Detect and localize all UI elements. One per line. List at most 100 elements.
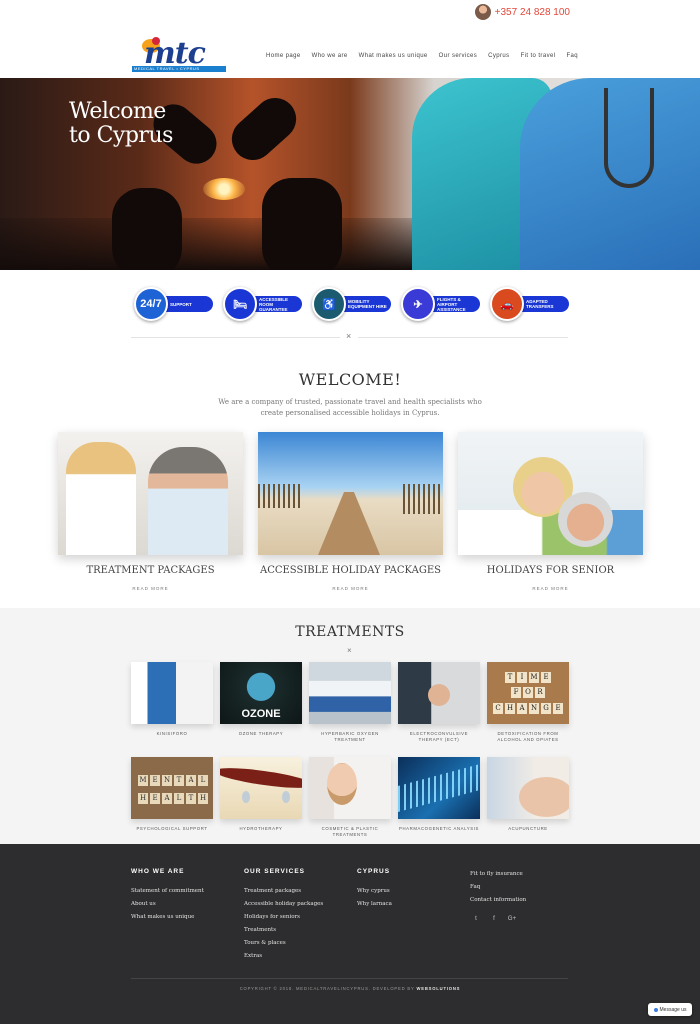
package-image-seniors[interactable]: [458, 432, 643, 555]
footer-link[interactable]: Accessible holiday packages: [244, 901, 323, 907]
social-links: t f G+: [470, 913, 518, 925]
letter-tile: A: [162, 793, 172, 804]
mental-health-tiles: MENTAL HEALTH: [137, 769, 209, 805]
treatment-card[interactable]: OZONE OZONE THERAPY: [220, 662, 302, 751]
footer-link[interactable]: Fit to fly insurance: [470, 871, 526, 877]
treatment-caption[interactable]: OZONE THERAPY: [220, 731, 302, 751]
package-card[interactable]: HOLIDAYS FOR SENIOR READ MORE: [458, 432, 643, 591]
message-us-label[interactable]: Message us: [660, 1007, 687, 1013]
phone-number[interactable]: +357 24 828 100: [495, 7, 570, 18]
letter-tile: N: [162, 775, 172, 786]
footer-link[interactable]: Statement of commitment: [131, 888, 204, 894]
message-us-button[interactable]: Message us: [648, 1003, 692, 1016]
nav-services[interactable]: Our services: [439, 53, 477, 59]
package-title[interactable]: ACCESSIBLE HOLIDAY PACKAGES: [258, 565, 443, 576]
treatment-card[interactable]: PHARMACOGENETIC ANALYSIS: [398, 757, 480, 846]
hero-banner: Welcome to Cyprus: [0, 78, 700, 270]
hero-title-line2: to Cyprus: [69, 123, 173, 148]
letter-tile: C: [493, 702, 503, 714]
package-title[interactable]: HOLIDAYS FOR SENIOR: [458, 565, 643, 576]
treatment-image-ozone[interactable]: OZONE: [220, 662, 302, 724]
google-plus-icon[interactable]: G+: [506, 913, 518, 925]
treatment-caption[interactable]: COSMETIC & PLASTIC TREATMENTS: [309, 826, 391, 846]
footer-link[interactable]: About us: [131, 901, 204, 907]
agent-avatar: [474, 4, 491, 20]
read-more-link[interactable]: READ MORE: [458, 586, 643, 591]
nav-faq[interactable]: Faq: [566, 53, 578, 59]
treatment-caption[interactable]: HYPERBARIC OXYGEN TREATMENT: [309, 731, 391, 751]
treatments-grid: KINISIFORO OZONE OZONE THERAPY HYPERBARI…: [131, 662, 569, 846]
package-card[interactable]: TREATMENT PACKAGES READ MORE: [58, 432, 243, 591]
nav-home[interactable]: Home page: [266, 53, 301, 59]
package-image-treatment[interactable]: [58, 432, 243, 555]
letter-tile: T: [186, 793, 196, 804]
badge-label: SUPPORT: [170, 301, 192, 307]
footer-link[interactable]: Faq: [470, 884, 526, 890]
footer-link[interactable]: Extras: [244, 953, 323, 959]
letter-tile: F: [511, 687, 521, 699]
treatment-card[interactable]: HYPERBARIC OXYGEN TREATMENT: [309, 662, 391, 751]
nav-fit-to-travel[interactable]: Fit to travel: [521, 53, 556, 59]
treatment-caption[interactable]: PHARMACOGENETIC ANALYSIS: [398, 826, 480, 846]
footer-link[interactable]: Why cyprus: [357, 888, 392, 894]
treatment-image-kinisiforo[interactable]: [131, 662, 213, 724]
package-card[interactable]: ACCESSIBLE HOLIDAY PACKAGES READ MORE: [258, 432, 443, 591]
site-logo[interactable]: mtc MEDICAL TRAVEL • CYPRUS: [132, 34, 236, 78]
treatment-image-detox[interactable]: TIME FOR CHANGE: [487, 662, 569, 724]
treatment-caption[interactable]: DETOXIFICATION FROM ALCOHOL AND OPIATES: [487, 731, 569, 751]
footer-col-services: OUR SERVICES Treatment packages Accessib…: [244, 868, 323, 966]
treatment-image-psychological[interactable]: MENTAL HEALTH: [131, 757, 213, 819]
footer-link[interactable]: What makes us unique: [131, 914, 204, 920]
treatment-caption[interactable]: ELECTROCONVULSIVE THERAPY (ECT): [398, 731, 480, 751]
package-title[interactable]: TREATMENT PACKAGES: [58, 565, 243, 576]
footer-link[interactable]: Treatments: [244, 927, 323, 933]
treatment-image-ect[interactable]: [398, 662, 480, 724]
treatment-card[interactable]: ACUPUNCTURE: [487, 757, 569, 846]
treatment-card[interactable]: HYDROTHERAPY: [220, 757, 302, 846]
treatment-caption[interactable]: PSYCHOLOGICAL SUPPORT: [131, 826, 213, 846]
footer-heading: OUR SERVICES: [244, 868, 306, 875]
tile-row: TIME: [505, 672, 551, 684]
treatment-card[interactable]: TIME FOR CHANGE DETOXIFICATION FROM ALCO…: [487, 662, 569, 751]
footer-link[interactable]: Tours & places: [244, 940, 323, 946]
treatment-card[interactable]: MENTAL HEALTH PSYCHOLOGICAL SUPPORT: [131, 757, 213, 846]
hero-sunset: [203, 178, 245, 200]
treatment-image-hydrotherapy[interactable]: [220, 757, 302, 819]
footer-col-info: Fit to fly insurance Faq Contact informa…: [470, 871, 526, 910]
treatment-image-hyperbaric[interactable]: [309, 662, 391, 724]
divider: [358, 337, 568, 338]
treatment-caption[interactable]: HYDROTHERAPY: [220, 826, 302, 846]
treatment-caption[interactable]: KINISIFORO: [131, 731, 213, 751]
treatment-card[interactable]: KINISIFORO: [131, 662, 213, 751]
phone-contact[interactable]: +357 24 828 100: [474, 4, 570, 20]
nav-cyprus[interactable]: Cyprus: [488, 53, 509, 59]
bed-icon: 🛏: [223, 287, 257, 321]
footer-link[interactable]: Holidays for seniors: [244, 914, 323, 920]
hero-arm-left: [112, 188, 182, 270]
welcome-text: We are a company of trusted, passionate …: [218, 398, 482, 417]
twitter-icon[interactable]: t: [470, 913, 482, 925]
treatment-card[interactable]: COSMETIC & PLASTIC TREATMENTS: [309, 757, 391, 846]
footer-heading: WHO WE ARE: [131, 868, 185, 875]
treatment-image-cosmetic[interactable]: [309, 757, 391, 819]
facebook-icon[interactable]: f: [488, 913, 500, 925]
treatment-caption[interactable]: ACUPUNCTURE: [487, 826, 569, 846]
hero-title-line1: Welcome: [69, 99, 166, 124]
footer-link[interactable]: Contact information: [470, 897, 526, 903]
developer-link[interactable]: WEBSOLUTIONS: [416, 986, 460, 991]
footer-link[interactable]: Why larnaca: [357, 901, 392, 907]
read-more-link[interactable]: READ MORE: [258, 586, 443, 591]
treatment-image-pharmacogenetic[interactable]: [398, 757, 480, 819]
treatment-card[interactable]: ELECTROCONVULSIVE THERAPY (ECT): [398, 662, 480, 751]
letter-tile: H: [138, 793, 148, 804]
read-more-link[interactable]: READ MORE: [58, 586, 243, 591]
footer-link[interactable]: Treatment packages: [244, 888, 323, 894]
nav-unique[interactable]: What makes us unique: [359, 53, 428, 59]
nav-who-we-are[interactable]: Who we are: [312, 53, 348, 59]
car-icon: 🚗: [490, 287, 524, 321]
package-image-beach[interactable]: [258, 432, 443, 555]
logo-tagline: MEDICAL TRAVEL • CYPRUS: [134, 66, 200, 71]
divider-x-icon: ×: [346, 331, 352, 341]
copyright-text: COPYRIGHT © 2018. MEDICALTRAVELINCYPRUS.…: [239, 986, 415, 991]
treatment-image-acupuncture[interactable]: [487, 757, 569, 819]
